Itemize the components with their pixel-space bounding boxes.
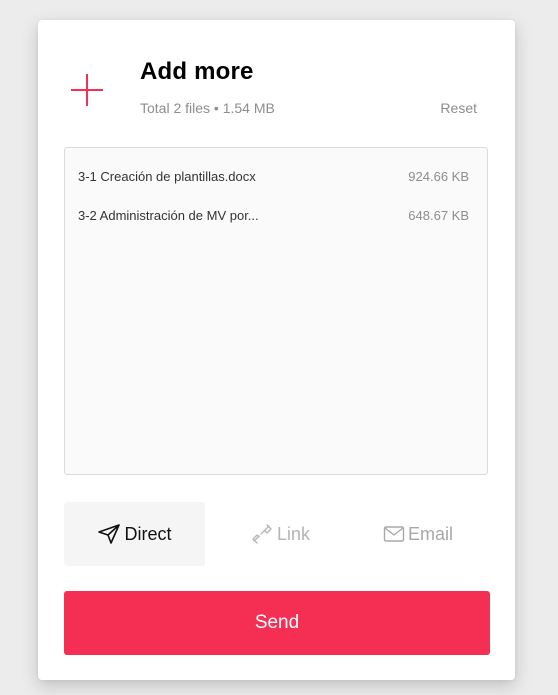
list-item[interactable]: 3-2 Administración de MV por... 648.67 K…: [78, 208, 469, 228]
tab-direct-label: Direct: [124, 523, 172, 544]
file-name: 3-2 Administración de MV por...: [78, 208, 259, 223]
list-item[interactable]: 3-1 Creación de plantillas.docx 924.66 K…: [78, 169, 469, 189]
reset-button[interactable]: Reset: [440, 100, 477, 116]
send-button-label: Send: [254, 612, 300, 633]
tab-link[interactable]: Link: [230, 502, 330, 566]
panel-title: Add more: [140, 58, 254, 85]
file-name: 3-1 Creación de plantillas.docx: [78, 169, 256, 184]
transfer-panel: Add more Total 2 files • 1.54 MB Reset 3…: [38, 20, 515, 680]
tab-direct[interactable]: Direct: [64, 502, 205, 566]
file-size: 648.67 KB: [408, 208, 469, 223]
file-size: 924.66 KB: [408, 169, 469, 184]
envelope-icon: [383, 526, 405, 542]
send-button[interactable]: Send: [64, 591, 490, 655]
paper-plane-icon: [98, 524, 121, 544]
link-icon: [252, 524, 272, 544]
plus-icon[interactable]: [68, 71, 106, 109]
tab-email-label: Email: [407, 523, 453, 544]
files-summary: Total 2 files • 1.54 MB: [140, 100, 275, 116]
file-list: 3-1 Creación de plantillas.docx 924.66 K…: [64, 147, 488, 475]
tab-link-label: Link: [276, 523, 311, 544]
tab-email[interactable]: Email: [368, 502, 468, 566]
